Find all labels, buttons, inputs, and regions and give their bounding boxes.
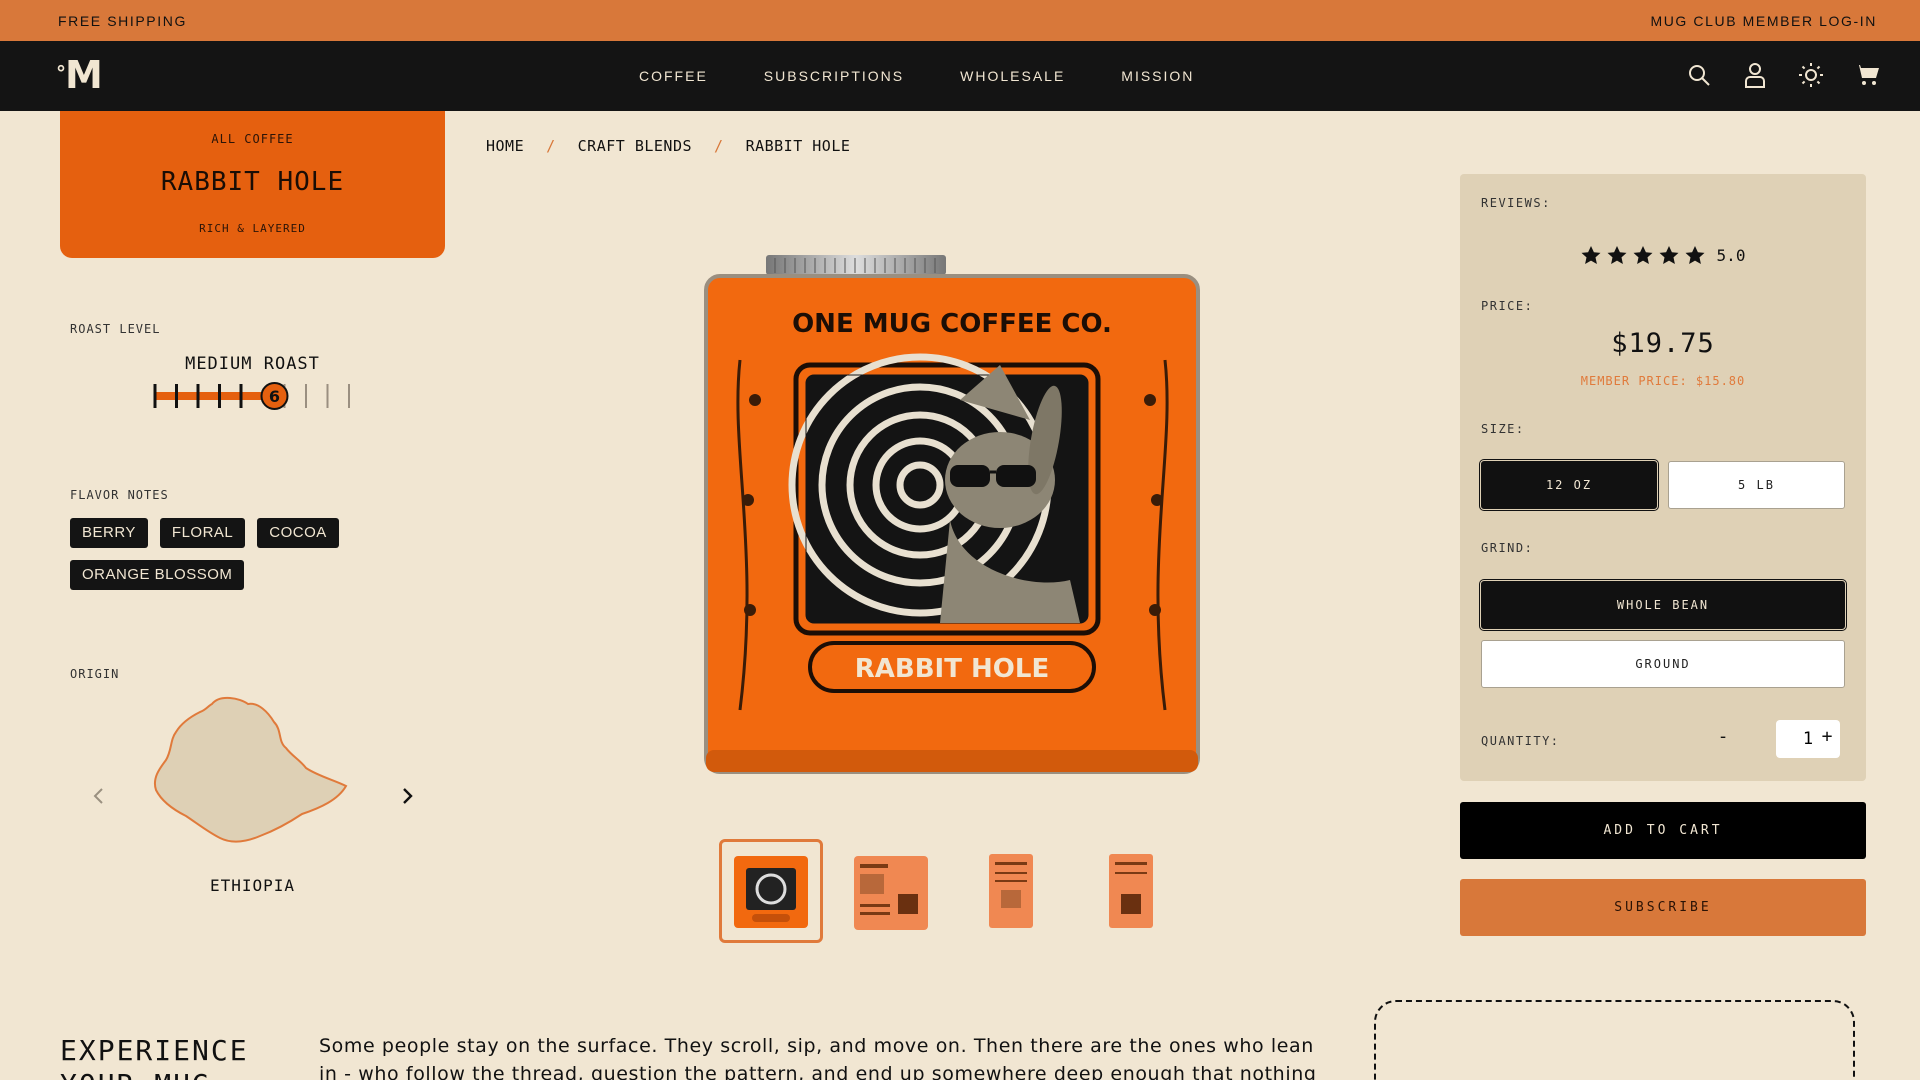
breadcrumb-current: RABBIT HOLE xyxy=(745,137,851,155)
logo-degree: ° xyxy=(56,61,66,85)
subscribe-button[interactable]: SUBSCRIBE xyxy=(1460,879,1866,936)
flavor-notes-list: BERRY FLORAL COCOA ORANGE BLOSSOM xyxy=(70,518,370,590)
theme-toggle-icon[interactable] xyxy=(1798,61,1824,89)
thumbnail-strip xyxy=(719,839,1199,943)
product-name: RABBIT HOLE xyxy=(160,167,345,197)
breadcrumb-home[interactable]: HOME xyxy=(486,137,524,155)
account-icon[interactable] xyxy=(1742,61,1768,89)
nav-link-coffee[interactable]: COFFEE xyxy=(639,68,708,84)
experience-title-line2: YOUR MUG xyxy=(60,1068,249,1080)
star-icon xyxy=(1685,246,1705,264)
roast-level-name: MEDIUM ROAST xyxy=(185,354,320,374)
logo-letter: M xyxy=(65,53,103,97)
experience-title: EXPERIENCE YOUR MUG xyxy=(60,1034,249,1080)
purchase-panel: REVIEWS: 5.0 PRICE: $19.75 MEMBER PRICE:… xyxy=(1460,174,1866,781)
thumbnail-3[interactable] xyxy=(959,839,1063,943)
breadcrumb-craft-blends[interactable]: CRAFT BLENDS xyxy=(578,137,692,155)
star-icon xyxy=(1607,246,1627,264)
star-icon xyxy=(1659,246,1679,264)
size-option-12oz[interactable]: 12 OZ xyxy=(1479,459,1659,511)
origin-label: ORIGIN xyxy=(70,667,120,681)
ethiopia-map-icon xyxy=(154,697,348,843)
tin-brand-text: ONE MUG COFFEE CO. xyxy=(792,309,1112,339)
roast-level-value: 6 xyxy=(269,387,280,406)
quantity-label: QUANTITY: xyxy=(1481,734,1560,748)
product-category: ALL COFFEE xyxy=(211,132,294,146)
thumbnail-2[interactable] xyxy=(839,839,943,943)
experience-title-line1: EXPERIENCE xyxy=(60,1034,249,1067)
flavor-chip-berry: BERRY xyxy=(70,518,148,548)
main-nav: °M COFFEE SUBSCRIPTIONS WHOLESALE MISSIO… xyxy=(0,41,1920,111)
grind-option-whole-bean[interactable]: WHOLE BEAN xyxy=(1479,579,1847,631)
dashed-placeholder-box xyxy=(1374,1000,1855,1080)
breadcrumb: HOME / CRAFT BLENDS / RABBIT HOLE xyxy=(486,137,850,155)
flavor-notes-label: FLAVOR NOTES xyxy=(70,488,169,502)
nav-links: COFFEE SUBSCRIPTIONS WHOLESALE MISSION xyxy=(639,41,1194,111)
tin-label-text: RABBIT HOLE xyxy=(855,654,1049,684)
star-icon xyxy=(1633,246,1653,264)
flavor-chip-cocoa: COCOA xyxy=(257,518,339,548)
flavor-chip-floral: FLORAL xyxy=(159,518,246,548)
thumbnail-1[interactable] xyxy=(719,839,823,943)
brand-logo[interactable]: °M xyxy=(56,53,103,97)
reviews-label: REVIEWS: xyxy=(1481,196,1551,210)
thumbnail-4[interactable] xyxy=(1079,839,1183,943)
member-price: MEMBER PRICE: $15.80 xyxy=(1580,374,1746,388)
product-tagline: RICH & LAYERED xyxy=(199,222,306,235)
product-tin-image: ONE MUG COFFEE CO. RABBIT HOLE xyxy=(704,255,1200,774)
quantity-increment-button[interactable]: + xyxy=(1819,726,1835,747)
size-option-5lb[interactable]: 5 LB xyxy=(1668,461,1845,509)
breadcrumb-separator: / xyxy=(546,137,556,155)
roast-fill-bar xyxy=(155,392,270,400)
flavor-chip-orange-blossom: ORANGE BLOSSOM xyxy=(70,560,245,590)
nav-icons xyxy=(1686,61,1880,89)
roast-level-label: ROAST LEVEL xyxy=(70,322,161,336)
product-title-card: ALL COFFEE RABBIT HOLE RICH & LAYERED xyxy=(60,111,445,258)
origin-prev-arrow-icon[interactable] xyxy=(88,782,108,810)
star-icon xyxy=(1581,246,1601,264)
add-to-cart-button[interactable]: ADD TO CART xyxy=(1460,802,1866,859)
rating-value: 5.0 xyxy=(1716,246,1746,265)
member-login-link[interactable]: MUG CLUB MEMBER LOG-IN xyxy=(1650,13,1877,29)
free-shipping-text: FREE SHIPPING xyxy=(58,12,187,29)
nav-link-wholesale[interactable]: WHOLESALE xyxy=(960,68,1065,84)
nav-link-subscriptions[interactable]: SUBSCRIPTIONS xyxy=(764,68,904,84)
search-icon[interactable] xyxy=(1686,61,1712,89)
story-text: Some people stay on the surface. They sc… xyxy=(319,1035,1317,1080)
promo-bar: FREE SHIPPING MUG CLUB MEMBER LOG-IN xyxy=(0,0,1920,41)
cart-icon[interactable] xyxy=(1854,61,1880,89)
rating-stars[interactable]: 5.0 xyxy=(1460,246,1866,265)
origin-next-arrow-icon[interactable] xyxy=(398,782,418,810)
origin-country: ETHIOPIA xyxy=(209,876,296,895)
size-label: SIZE: xyxy=(1481,422,1525,436)
nav-link-mission[interactable]: MISSION xyxy=(1121,68,1194,84)
product-price: $19.75 xyxy=(1611,328,1715,359)
breadcrumb-separator: / xyxy=(714,137,724,155)
grind-label: GRIND: xyxy=(1481,541,1534,555)
grind-option-ground[interactable]: GROUND xyxy=(1481,640,1845,688)
price-label: PRICE: xyxy=(1481,299,1534,313)
quantity-decrement-button[interactable]: - xyxy=(1715,726,1731,747)
roast-level-meter: 6 xyxy=(153,382,350,410)
